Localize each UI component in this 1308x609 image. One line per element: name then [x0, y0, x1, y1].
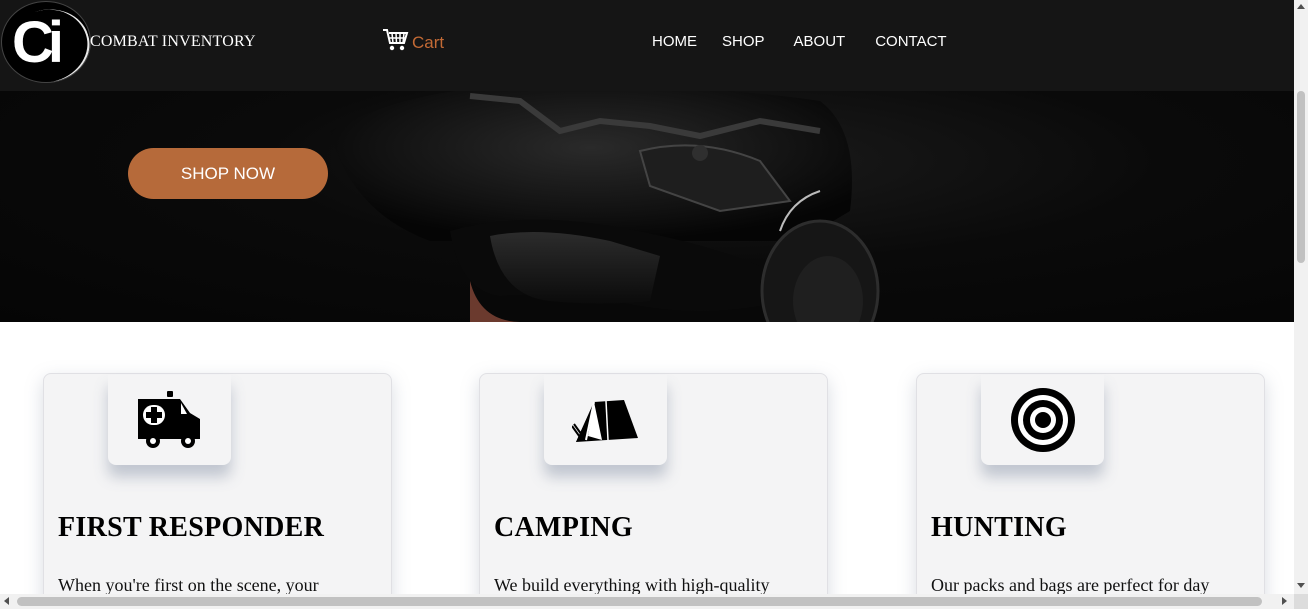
scrollbar-corner	[1294, 594, 1308, 609]
nav-home[interactable]: HOME	[652, 33, 697, 50]
nav-about[interactable]: ABOUT	[794, 33, 846, 50]
hero-image	[330, 91, 880, 322]
card-icon-box	[108, 375, 231, 465]
card-camping[interactable]: CAMPING We build everything with high-qu…	[479, 373, 828, 594]
logo[interactable]: Ci	[1, 1, 91, 83]
page-viewport: Ci COMBAT INVENTORY Cart HOME SHOP ABOUT…	[0, 0, 1294, 594]
card-title: FIRST RESPONDER	[58, 512, 325, 543]
logo-letters: Ci	[12, 10, 64, 75]
card-text: Our packs and bags are perfect for day	[931, 575, 1210, 594]
hero-banner: SHOP NOW	[0, 91, 1294, 322]
card-icon-box	[981, 375, 1104, 465]
shop-now-button[interactable]: SHOP NOW	[128, 148, 328, 199]
vertical-scroll-thumb[interactable]	[1297, 91, 1305, 263]
tent-icon	[571, 400, 638, 442]
card-title: CAMPING	[494, 512, 633, 543]
brand-name[interactable]: COMBAT INVENTORY	[90, 33, 256, 51]
horizontal-scrollbar[interactable]	[0, 594, 1294, 609]
vertical-scrollbar[interactable]	[1294, 0, 1308, 594]
card-title: HUNTING	[931, 512, 1067, 543]
main-nav: HOME SHOP ABOUT CONTACT	[652, 33, 972, 50]
cart-label[interactable]: Cart	[412, 33, 444, 53]
cart-link[interactable]: Cart	[382, 27, 444, 53]
scroll-left-arrow[interactable]	[4, 597, 9, 605]
nav-contact[interactable]: CONTACT	[875, 33, 946, 50]
card-hunting[interactable]: HUNTING Our packs and bags are perfect f…	[916, 373, 1265, 594]
nav-shop[interactable]: SHOP	[722, 33, 765, 50]
target-icon	[1010, 388, 1075, 452]
card-icon-box	[544, 375, 667, 465]
scroll-down-arrow[interactable]	[1297, 583, 1305, 588]
card-first-responder[interactable]: FIRST RESPONDER When you're first on the…	[43, 373, 392, 594]
scroll-right-arrow[interactable]	[1282, 597, 1287, 605]
ambulance-icon	[137, 391, 200, 448]
site-header: Ci COMBAT INVENTORY Cart HOME SHOP ABOUT…	[0, 0, 1294, 91]
card-text: We build everything with high-quality	[494, 575, 770, 594]
cart-icon	[383, 29, 409, 51]
card-text: When you're first on the scene, your	[58, 575, 319, 594]
scroll-up-arrow[interactable]	[1297, 4, 1305, 9]
horizontal-scroll-thumb[interactable]	[17, 597, 1262, 606]
